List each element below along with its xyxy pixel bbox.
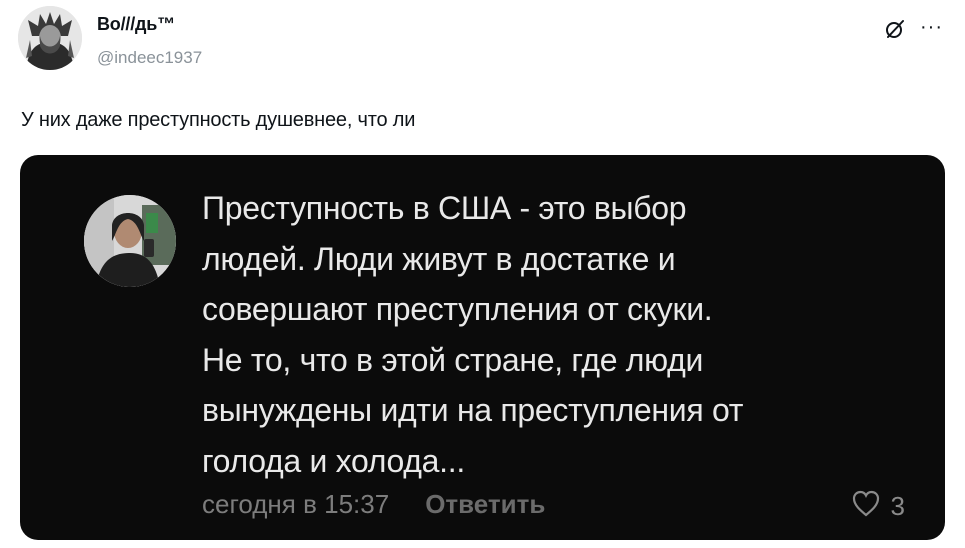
comment-timestamp: сегодня в 15:37 — [202, 489, 390, 519]
grok-icon[interactable] — [884, 18, 906, 44]
tweet-text: У них даже преступность душевнее, что ли — [21, 109, 416, 131]
reply-button: Ответить — [425, 489, 546, 519]
heart-icon — [851, 489, 881, 524]
likes-count: 3 — [890, 491, 905, 521]
comment-likes: 3 — [851, 489, 905, 524]
comment-text: Преступность в США - это выбор людей. Лю… — [202, 190, 744, 479]
author-name[interactable]: Bo///дь™ — [97, 12, 202, 36]
tweet-actions-top: ··· — [884, 17, 943, 44]
author-handle[interactable]: @indeec1937 — [97, 46, 202, 70]
commenter-photo-icon — [84, 195, 176, 287]
author-block: Bo///дь™ @indeec1937 — [97, 12, 202, 70]
comment-meta: сегодня в 15:37 Ответить — [202, 489, 545, 520]
tweet-media-image[interactable]: Преступность в США - это выбор людей. Лю… — [20, 155, 945, 540]
avatar-portrait-icon — [18, 6, 82, 70]
commenter-avatar — [84, 195, 176, 287]
tweet: Bo///дь™ @indeec1937 ··· У них даже прес… — [0, 0, 965, 548]
more-options-icon[interactable]: ··· — [920, 17, 943, 37]
author-avatar[interactable] — [18, 6, 82, 70]
